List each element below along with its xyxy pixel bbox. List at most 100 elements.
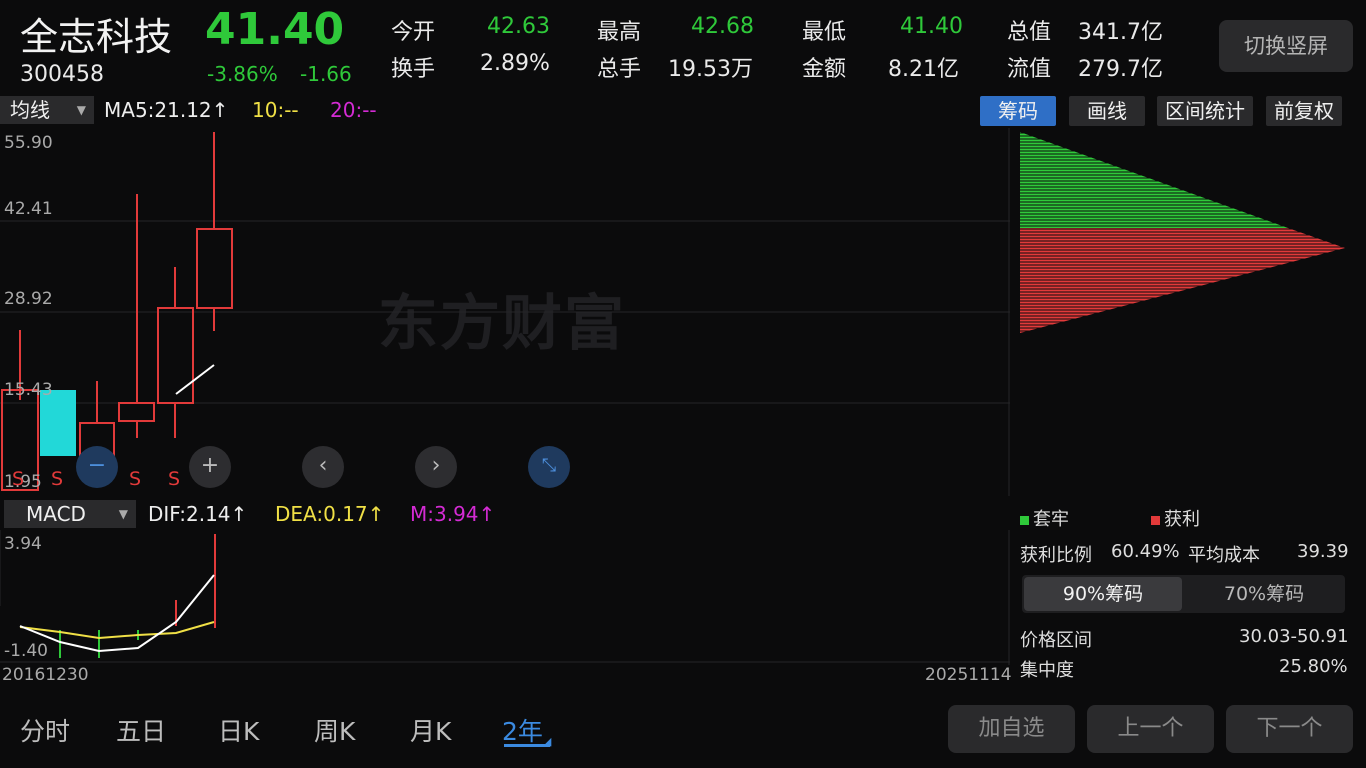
m-readout: M:3.94↑ [410, 502, 495, 526]
stat-volume-label: 总手 [597, 57, 642, 82]
m-value: M:3.94 [410, 502, 479, 526]
price-range-label: 价格区间 [1020, 630, 1092, 651]
tab-intraday[interactable]: 分时 [20, 712, 70, 748]
previous-stock-button[interactable]: 上一个 [1087, 705, 1214, 753]
chip-distribution-chart [1020, 132, 1350, 335]
stock-name: 全志科技 [20, 15, 173, 59]
stat-turnover-label: 换手 [391, 57, 436, 82]
ma5-readout: MA5:21.12↑ [104, 98, 228, 122]
macd-axis-bottom: -1.40 [4, 641, 48, 661]
ma-selector-label: 均线 [10, 98, 50, 122]
change-percent: -3.86% [207, 62, 278, 86]
collapse-icon[interactable]: ⤡ [528, 446, 570, 488]
stock-price: 41.40 [205, 4, 345, 55]
macd-axis-top: 3.94 [4, 534, 42, 554]
dropdown-triangle-icon: ▼ [76, 103, 86, 117]
sell-signal: S [51, 468, 64, 490]
legend-loss-swatch [1020, 516, 1029, 525]
sell-signal: S [168, 468, 181, 490]
dif-line [19, 574, 215, 653]
legend-loss-label: 套牢 [1033, 509, 1069, 530]
m-arrow-icon: ↑ [478, 502, 496, 526]
price-axis-label: 28.92 [4, 289, 53, 309]
concentration-label: 集中度 [1020, 660, 1074, 681]
stat-open-label: 今开 [391, 20, 436, 45]
price-axis-label: 42.41 [4, 199, 53, 219]
sell-signal: S [129, 468, 142, 490]
dea-line [19, 621, 215, 640]
tab-chips-90[interactable]: 90%筹码 [1024, 577, 1182, 611]
switch-portrait-button[interactable]: 切换竖屏 [1219, 20, 1353, 72]
tab-two-year[interactable]: 2年◢ [502, 712, 551, 748]
stat-amount-label: 金额 [802, 57, 847, 82]
candle-body [118, 402, 155, 422]
date-start: 20161230 [2, 665, 89, 685]
ma5-value: MA5:21.12 [104, 98, 212, 122]
stat-high-value: 42.68 [691, 14, 754, 39]
tab-weekly-k[interactable]: 周K [314, 712, 355, 748]
legend-profit-swatch [1151, 516, 1160, 525]
ma-selector[interactable]: 均线 ▼ [0, 96, 94, 124]
zoom-out-icon[interactable]: − [76, 446, 118, 488]
tab-five-day[interactable]: 五日 [116, 712, 166, 748]
stat-volume-value: 19.53万 [668, 57, 753, 82]
tab-chips-70[interactable]: 70%筹码 [1185, 577, 1343, 611]
tool-chips-button[interactable]: 筹码 [980, 96, 1056, 126]
dif-readout: DIF:2.14↑ [148, 502, 247, 526]
stat-mktcap-label: 总值 [1007, 20, 1052, 45]
change-amount: -1.66 [300, 62, 352, 86]
concentration-value: 25.80% [1279, 656, 1348, 677]
next-stock-button[interactable]: 下一个 [1226, 705, 1353, 753]
chip-range-tabs: 90%筹码 70%筹码 [1022, 575, 1345, 613]
macd-selector[interactable]: MACD ▼ [4, 500, 136, 528]
tab-monthly-k[interactable]: 月K [410, 712, 451, 748]
tool-interval-stats-button[interactable]: 区间统计 [1157, 96, 1253, 126]
candle-body [196, 228, 233, 309]
stat-low-value: 41.40 [900, 14, 963, 39]
add-watchlist-button[interactable]: 加自选 [948, 705, 1075, 753]
stat-float-label: 流值 [1007, 57, 1052, 82]
stat-float-value: 279.7亿 [1078, 57, 1163, 82]
avg-cost-label: 平均成本 [1188, 545, 1260, 566]
scroll-right-icon[interactable]: › [415, 446, 457, 488]
stat-low-label: 最低 [802, 20, 847, 45]
avg-cost-value: 39.39 [1297, 541, 1349, 562]
scroll-left-icon[interactable]: ‹ [302, 446, 344, 488]
price-axis-label: 55.90 [4, 133, 53, 153]
tool-draw-line-button[interactable]: 画线 [1069, 96, 1145, 126]
ma5-line [175, 364, 215, 395]
legend-profit-label: 获利 [1164, 509, 1200, 530]
ma20-readout: 20:-- [330, 98, 377, 122]
candle-body [157, 307, 194, 404]
price-range-value: 30.03-50.91 [1239, 626, 1349, 647]
profit-ratio-value: 60.49% [1111, 541, 1180, 562]
tab-daily-k[interactable]: 日K [218, 712, 259, 748]
tab-two-year-label: 2年 [502, 717, 543, 746]
dif-arrow-icon: ↑ [230, 502, 248, 526]
ma10-readout: 10:-- [252, 98, 299, 122]
sell-signal: S [12, 468, 25, 490]
dif-value: DIF:2.14 [148, 502, 231, 526]
active-tab-underline [504, 744, 550, 747]
dropdown-triangle-icon: ▼ [118, 507, 128, 521]
ma5-arrow-icon: ↑ [211, 98, 229, 122]
legend-loss: 套牢 [1020, 505, 1069, 531]
stat-turnover-value: 2.89% [480, 51, 550, 76]
date-end: 20251114 [925, 665, 1012, 685]
macd-selector-label: MACD [26, 502, 86, 526]
stock-code: 300458 [20, 62, 104, 87]
macd-chart [0, 530, 1010, 665]
profit-ratio-label: 获利比例 [1020, 545, 1092, 566]
stat-high-label: 最高 [597, 20, 642, 45]
dea-value: DEA:0.17 [275, 502, 368, 526]
dea-arrow-icon: ↑ [367, 502, 385, 526]
stat-amount-value: 8.21亿 [888, 57, 959, 82]
kline-chart[interactable] [0, 128, 1010, 496]
stat-open-value: 42.63 [487, 14, 550, 39]
zoom-in-icon[interactable]: + [189, 446, 231, 488]
price-axis-label: 15.43 [4, 380, 53, 400]
dea-readout: DEA:0.17↑ [275, 502, 384, 526]
stat-mktcap-value: 341.7亿 [1078, 20, 1163, 45]
tool-adjust-button[interactable]: 前复权 [1266, 96, 1342, 126]
legend-profit: 获利 [1151, 505, 1200, 531]
